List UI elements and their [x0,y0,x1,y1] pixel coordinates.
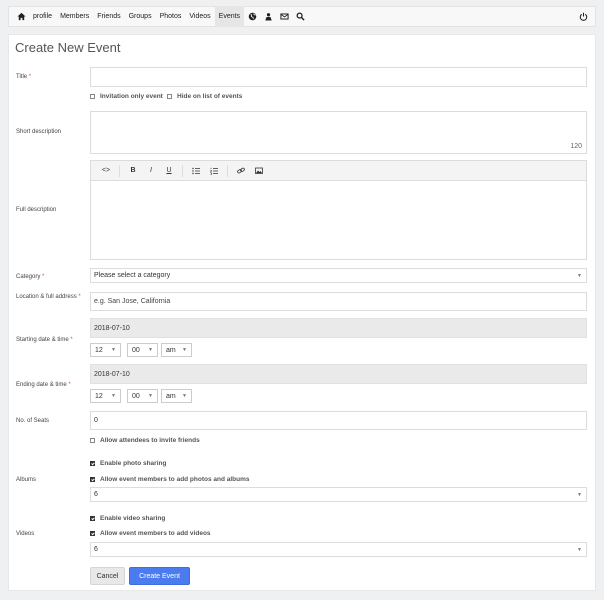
videos-limit-select[interactable]: 6 ▼ [90,542,587,557]
power-icon[interactable] [575,6,591,27]
allow-photos-checkbox[interactable]: Allow event members to add photos and al… [90,476,250,483]
checkbox-icon [90,477,95,482]
nav-photos[interactable]: Photos [156,6,186,27]
start-hour-select[interactable]: 12 ▼ [90,343,121,357]
nav-videos[interactable]: Videos [185,6,214,27]
italic-button[interactable]: I [142,164,160,178]
checkbox-icon [90,461,95,466]
image-icon[interactable] [250,164,268,178]
category-select[interactable]: Please select a category ▼ [90,268,587,283]
underline-button[interactable]: U [160,164,178,178]
toolbar-divider [182,164,183,177]
dropdown-arrow-icon: ▼ [111,393,116,399]
location-label: Location & full address * [16,294,81,300]
nav-groups[interactable]: Groups [125,6,156,27]
end-ampm-select[interactable]: am ▼ [161,389,192,403]
end-date-input[interactable]: 2018-07-10 [90,364,587,384]
toolbar-divider [227,164,228,177]
checkbox-icon [167,94,172,99]
full-description-label: Full description [16,207,57,213]
dropdown-arrow-icon: ▼ [111,347,116,353]
bullet-list-icon[interactable] [187,164,205,178]
nav-friends[interactable]: Friends [93,6,124,27]
dropdown-arrow-icon: ▼ [182,347,187,353]
top-navbar: profile Members Friends Groups Photos Vi… [8,6,596,27]
videos-label: Videos [16,531,35,537]
end-date-label: Ending date & time * [16,382,71,388]
checkbox-icon [90,438,95,443]
enable-photo-checkbox[interactable]: Enable photo sharing [90,460,166,467]
location-input[interactable]: e.g. San Jose, California [90,292,587,311]
home-icon[interactable] [13,6,29,27]
allow-invite-checkbox[interactable]: Allow attendees to invite friends [90,437,200,444]
char-counter: 120 [570,143,582,150]
invitation-only-checkbox[interactable]: Invitation only event [90,93,163,100]
enable-video-checkbox[interactable]: Enable video sharing [90,515,165,522]
globe-icon[interactable] [244,6,260,27]
start-minute-select[interactable]: 00 ▼ [127,343,158,357]
checkbox-icon [90,516,95,521]
toolbar-divider [119,164,120,177]
nav-members[interactable]: Members [56,6,93,27]
user-icon[interactable] [260,6,276,27]
title-label: Title * [16,74,32,80]
create-event-form: Create New Event Title * Invitation only… [8,34,596,591]
create-event-button[interactable]: Create Event [129,567,190,585]
dropdown-arrow-icon: ▼ [182,393,187,399]
end-minute-select[interactable]: 00 ▼ [127,389,158,403]
start-ampm-select[interactable]: am ▼ [161,343,192,357]
dropdown-arrow-icon: ▼ [148,393,153,399]
start-date-label: Starting date & time * [16,337,73,343]
albums-limit-select[interactable]: 6 ▼ [90,487,587,502]
category-label: Category * [16,274,45,280]
allow-videos-checkbox[interactable]: Allow event members to add videos [90,530,211,537]
link-icon[interactable] [232,164,250,178]
code-view-button[interactable]: <> [97,164,115,178]
editor-toolbar: <> B I U [91,161,586,181]
page-title: Create New Event [15,40,121,55]
dropdown-arrow-icon: ▼ [577,546,582,553]
mail-icon[interactable] [276,6,292,27]
nav-events[interactable]: Events [214,6,245,27]
seats-input[interactable]: 0 [90,411,587,430]
hide-on-list-checkbox[interactable]: Hide on list of events [167,93,242,100]
albums-label: Albums [16,477,37,483]
checkbox-icon [90,531,95,536]
short-description-label: Short description [16,129,62,135]
bold-button[interactable]: B [124,164,142,178]
nav-profile[interactable]: profile [29,6,56,27]
rich-text-editor[interactable]: <> B I U [90,160,587,260]
dropdown-arrow-icon: ▼ [577,272,582,279]
dropdown-arrow-icon: ▼ [577,491,582,498]
start-date-input[interactable]: 2018-07-10 [90,318,587,338]
short-description-input[interactable]: 120 [90,111,587,154]
seats-label: No. of Seats [16,418,50,424]
checkbox-icon [90,94,95,99]
search-icon[interactable] [292,6,308,27]
dropdown-arrow-icon: ▼ [148,347,153,353]
title-input[interactable] [90,67,587,87]
cancel-button[interactable]: Cancel [90,567,125,585]
end-hour-select[interactable]: 12 ▼ [90,389,121,403]
numbered-list-icon[interactable] [205,164,223,178]
